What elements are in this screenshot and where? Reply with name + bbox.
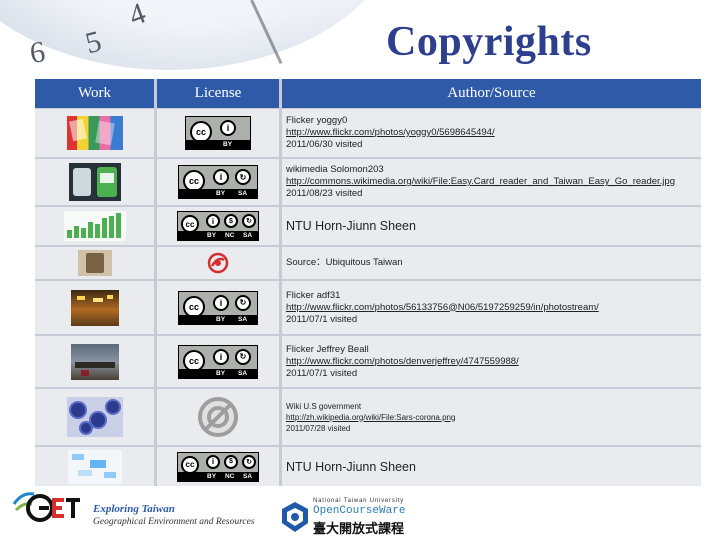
source-link[interactable]: http://zh.wikipedia.org/wiki/File:Sars-c…: [286, 412, 701, 423]
license-label: SA: [243, 472, 253, 480]
public-domain-icon: [198, 397, 238, 437]
clock-background: 6 5 4: [0, 0, 720, 75]
cc-by-sa-badge: cc i ↻ BY SA: [178, 290, 258, 325]
diagram-image: [67, 449, 122, 484]
table-row-source: Flicker yoggy0 http://www.flickr.com/pho…: [282, 109, 701, 157]
bar-chart-image: [63, 211, 126, 241]
author-text: NTU Horn-Jiunn Sheen: [286, 459, 416, 474]
share-alike-icon: ↻: [235, 169, 251, 185]
visited-text: 2011/08/23 visited: [286, 188, 363, 199]
exploring-taiwan-footer: Exploring Taiwan Geographical Environmen…: [93, 503, 255, 527]
ocw-chinese-name: 臺大開放式課程: [313, 522, 405, 537]
attribution-icon: i: [220, 120, 236, 136]
ubiquitous-taiwan-logo-icon: [207, 252, 229, 274]
table-row-source: Wiki U.S government http://zh.wikipedia.…: [282, 389, 701, 445]
noncommercial-icon: $: [224, 214, 238, 228]
license-label: BY: [207, 472, 217, 480]
visited-text: 2011/07/1 visited: [286, 367, 358, 379]
license-cell: cc i BY: [157, 109, 279, 157]
table-row-work: [35, 281, 154, 334]
license-label: BY: [216, 369, 226, 377]
author-text: Flicker adf31: [286, 289, 341, 301]
license-cell: cc i ↻ BY SA: [157, 281, 279, 334]
ntu-ocw-logo: National Taiwan University OpenCourseWar…: [280, 498, 420, 537]
attribution-icon: i: [206, 454, 220, 469]
card-reader-photo: [68, 163, 121, 201]
table-row-source: wikimedia Solomon203 http://commons.wiki…: [282, 159, 701, 205]
author-text: NTU Horn-Jiunn Sheen: [286, 219, 416, 233]
cc-by-sa-badge: cc i ↻ BY SA: [178, 165, 258, 199]
copyright-table: Work License Author/Source cc i BY Flick…: [35, 79, 701, 486]
footer-course-title: Exploring Taiwan: [93, 503, 175, 515]
table-row-source: NTU Horn-Jiunn Sheen: [282, 447, 701, 486]
table-row-work: [35, 207, 154, 245]
visited-text: 2011/07/1 visited: [286, 313, 358, 325]
ntu-name: National Taiwan University: [313, 498, 405, 504]
license-label: SA: [238, 190, 248, 197]
license-label: BY: [216, 315, 226, 323]
header-license: License: [157, 79, 279, 108]
license-label: SA: [243, 232, 253, 239]
license-cell: [157, 247, 279, 279]
license-cell: cc i $ ↻ BY NC SA: [157, 447, 279, 486]
license-cell: cc i ↻ BY SA: [157, 159, 279, 205]
footer-course-subtitle: Geographical Environment and Resources: [93, 517, 255, 527]
cc-by-nc-sa-badge: cc i $ ↻ BY NC SA: [177, 451, 259, 482]
author-text: Source：Ubiquitous Taiwan: [286, 257, 403, 268]
attribution-icon: i: [213, 348, 229, 365]
attribution-icon: i: [213, 294, 229, 311]
source-link[interactable]: http://www.flickr.com/photos/56133756@N0…: [286, 302, 701, 314]
virus-micrograph: [66, 397, 123, 437]
share-alike-icon: ↻: [242, 214, 256, 228]
license-label: SA: [238, 369, 248, 377]
license-label: SA: [238, 315, 248, 323]
source-link[interactable]: http://www.flickr.com/photos/yoggy0/5698…: [286, 127, 701, 139]
table-row-work: [35, 389, 154, 445]
ocw-name: OpenCourseWare: [313, 505, 406, 517]
table-row-work: [35, 159, 154, 205]
table-row-source: Source：Ubiquitous Taiwan: [282, 247, 701, 279]
license-label: BY: [207, 232, 217, 239]
visited-text: 2011/07/28 visited: [286, 423, 351, 433]
cc-by-badge: cc i BY: [185, 116, 251, 150]
license-cell: cc i $ ↻ BY NC SA: [157, 207, 279, 245]
cc-by-sa-badge: cc i ↻ BY SA: [178, 344, 258, 379]
get-logo: [12, 488, 84, 532]
attribution-icon: i: [206, 214, 220, 228]
table-row-work: [35, 247, 154, 279]
table-row-work: [35, 109, 154, 157]
license-cell: [157, 389, 279, 445]
license-label: NC: [225, 232, 235, 239]
author-text: Flicker Jeffrey Beall: [286, 343, 369, 355]
share-alike-icon: ↻: [242, 454, 256, 469]
table-row-source: NTU Horn-Jiunn Sheen: [282, 207, 701, 245]
source-link[interactable]: http://commons.wikimedia.org/wiki/File:E…: [286, 176, 701, 188]
author-text: Wiki U.S government: [286, 401, 362, 411]
cc-by-nc-sa-badge: cc i $ ↻ BY NC SA: [177, 211, 259, 241]
author-text: wikimedia Solomon203: [286, 164, 384, 175]
license-label: NC: [225, 472, 235, 480]
noncommercial-icon: $: [224, 454, 238, 469]
share-alike-icon: ↻: [235, 348, 251, 365]
table-row-source: Flicker Jeffrey Beall http://www.flickr.…: [282, 336, 701, 387]
colorful-easycards-photo: [66, 116, 123, 150]
attribution-icon: i: [213, 169, 229, 185]
table-row-work: [35, 336, 154, 387]
header-author-source: Author/Source: [282, 79, 701, 108]
table-row-work: [35, 447, 154, 486]
bag-photo: [77, 250, 112, 276]
table-row-source: Flicker adf31 http://www.flickr.com/phot…: [282, 281, 701, 334]
license-label: BY: [216, 190, 226, 197]
night-street-photo: [70, 289, 119, 326]
header-work: Work: [35, 79, 154, 108]
share-alike-icon: ↻: [235, 294, 251, 311]
source-link[interactable]: http://www.flickr.com/photos/denverjeffr…: [286, 356, 701, 368]
license-cell: cc i ↻ BY SA: [157, 336, 279, 387]
visited-text: 2011/06/30 visited: [286, 139, 363, 150]
author-text: Flicker yoggy0: [286, 115, 348, 126]
ntu-ocw-emblem-icon: [282, 502, 308, 532]
license-label: BY: [223, 141, 233, 148]
slide-title: Copyrights: [386, 19, 592, 65]
crowd-hall-photo: [70, 343, 119, 380]
